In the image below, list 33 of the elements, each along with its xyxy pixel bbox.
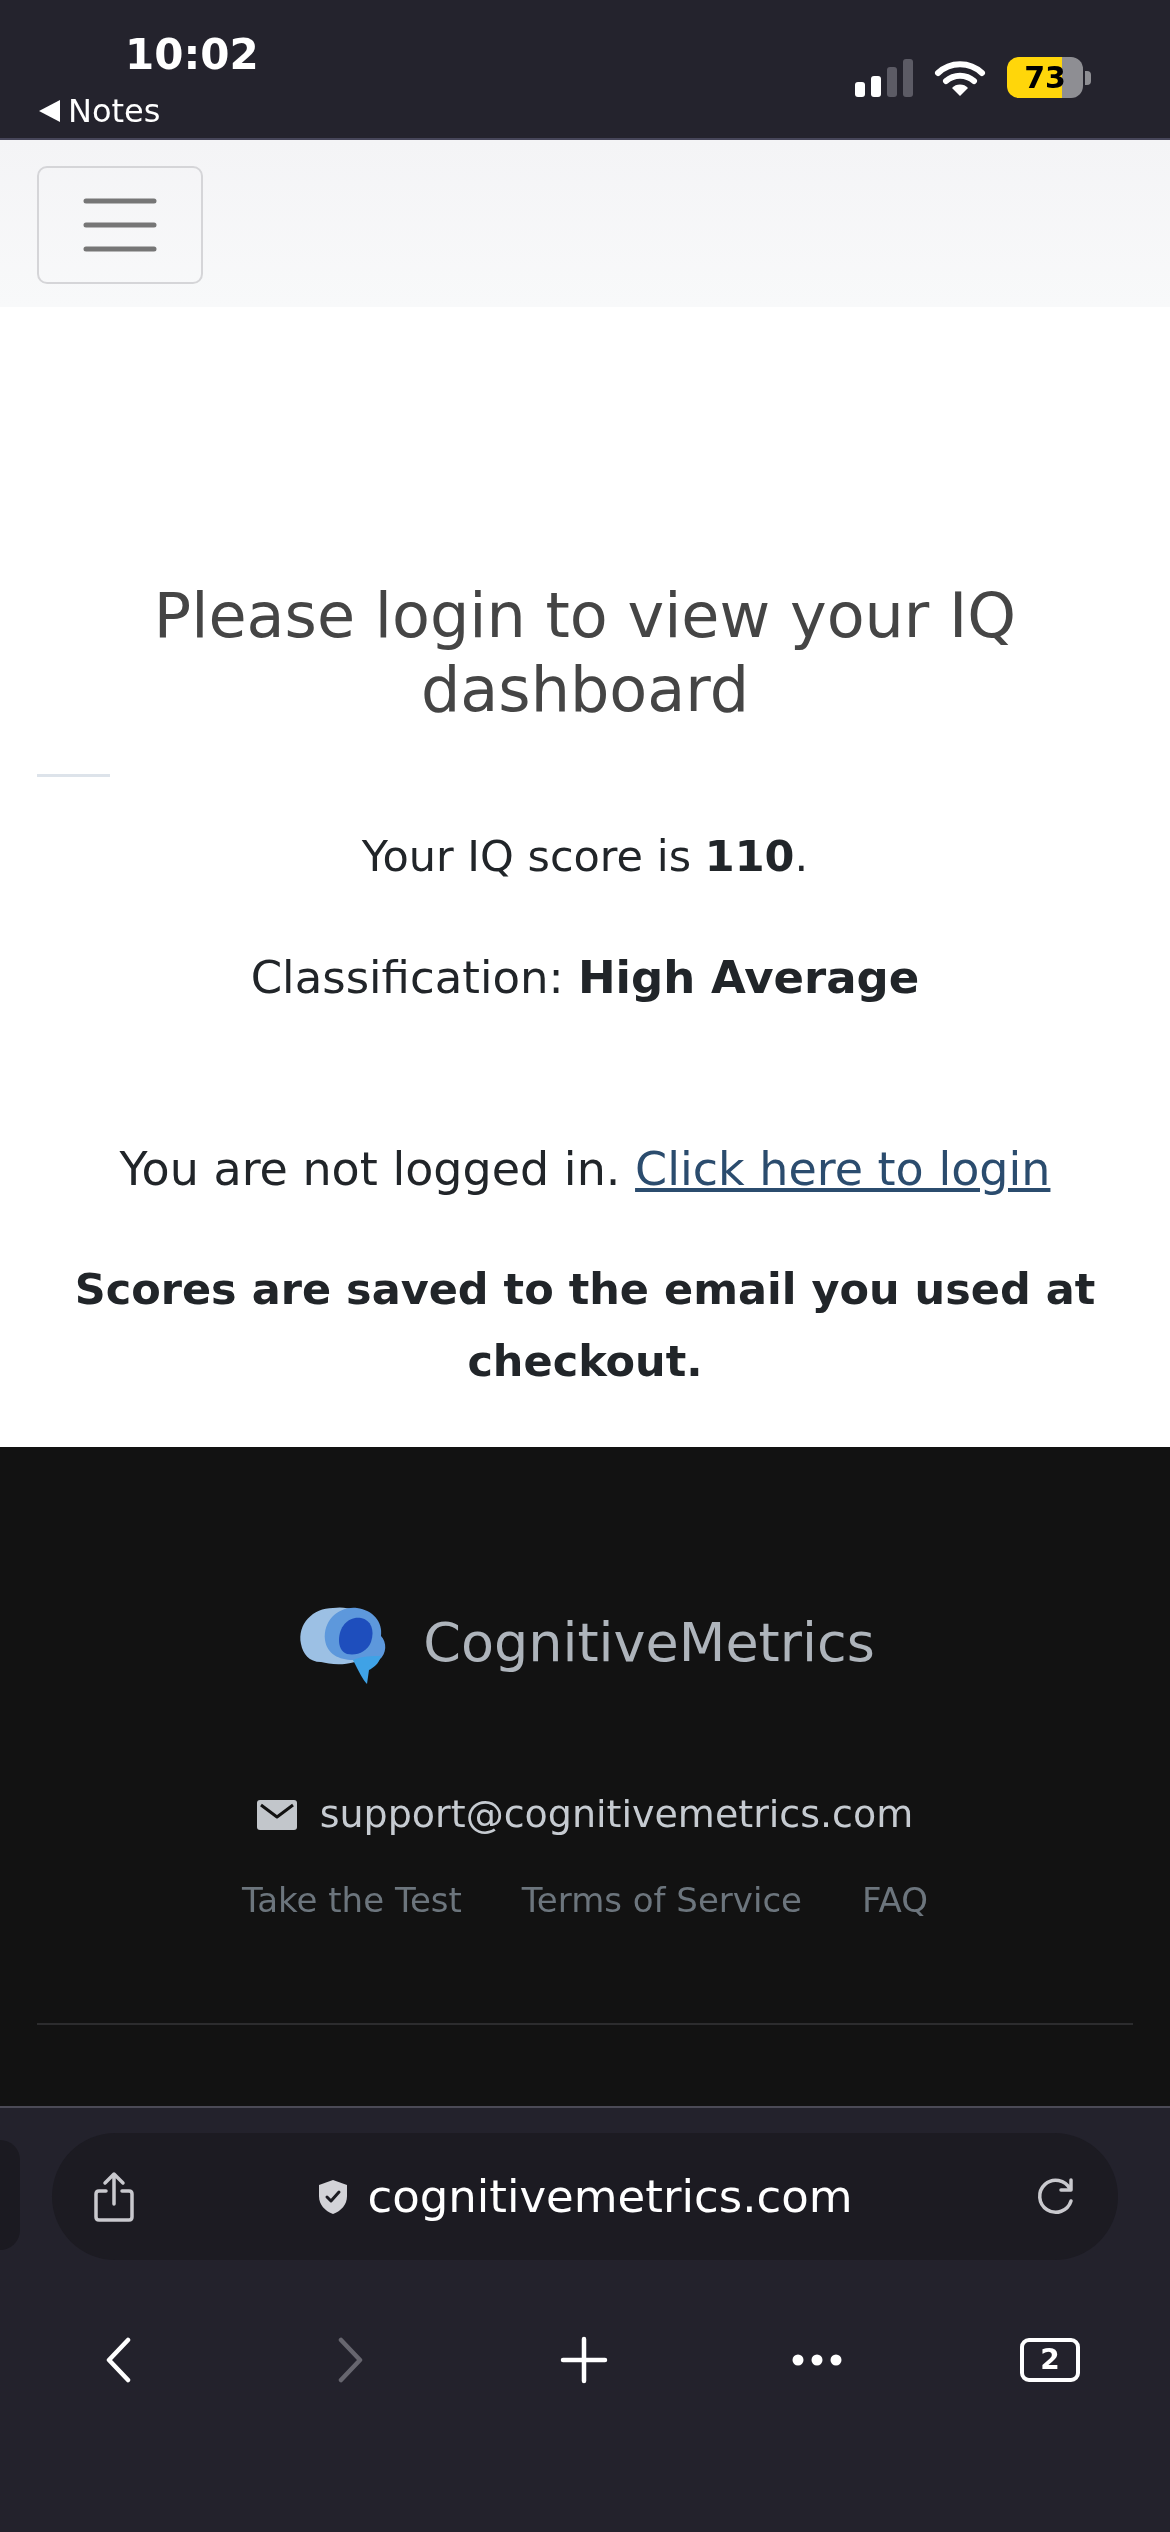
url-text: cognitivemetrics.com	[367, 2168, 853, 2225]
new-tab-button[interactable]	[560, 2336, 608, 2384]
login-prompt-text: You are not logged in. Click here to login	[118, 1141, 1052, 1198]
share-icon	[92, 2170, 136, 2223]
wifi-icon	[934, 58, 986, 97]
tabs-button[interactable]: 2	[1020, 2338, 1080, 2382]
more-dots-icon	[792, 2354, 842, 2366]
footer-link[interactable]: FAQ	[862, 1876, 928, 1924]
address-bar[interactable]: cognitivemetrics.com	[52, 2133, 1118, 2260]
back-to-app-button[interactable]: Notes	[39, 94, 161, 128]
back-button[interactable]	[105, 2337, 131, 2383]
checkout-note-text: Scores are saved to the email you used at checkout.	[73, 1263, 1097, 1388]
signal-icon	[855, 58, 913, 97]
share-button[interactable]	[92, 2170, 136, 2223]
back-triangle-icon	[39, 100, 60, 122]
menu-icon	[83, 198, 157, 252]
iq-score-text: Your IQ score is 110.	[360, 830, 810, 883]
brand-name: CognitiveMetrics	[423, 1610, 875, 1676]
support-email-link[interactable]: support@cognitivemetrics.com	[319, 1788, 914, 1841]
login-link[interactable]: Click here to login	[635, 1142, 1051, 1196]
page-heading: Please login to view your IQ dashboard	[152, 579, 1018, 727]
battery-indicator: 73	[1007, 57, 1091, 98]
chevron-right-icon	[338, 2337, 364, 2383]
chevron-left-icon	[105, 2337, 131, 2383]
classification-text: Classification: High Average	[249, 950, 921, 1006]
footer-link[interactable]: Terms of Service	[521, 1876, 803, 1924]
plus-icon	[560, 2336, 608, 2384]
footer-link[interactable]: Take the Test	[242, 1876, 462, 1924]
mail-icon	[256, 1799, 297, 1830]
shield-check-icon	[317, 2178, 350, 2215]
more-button[interactable]	[792, 2354, 842, 2366]
clock-time: 10:02	[125, 30, 259, 80]
menu-button[interactable]	[37, 166, 203, 284]
